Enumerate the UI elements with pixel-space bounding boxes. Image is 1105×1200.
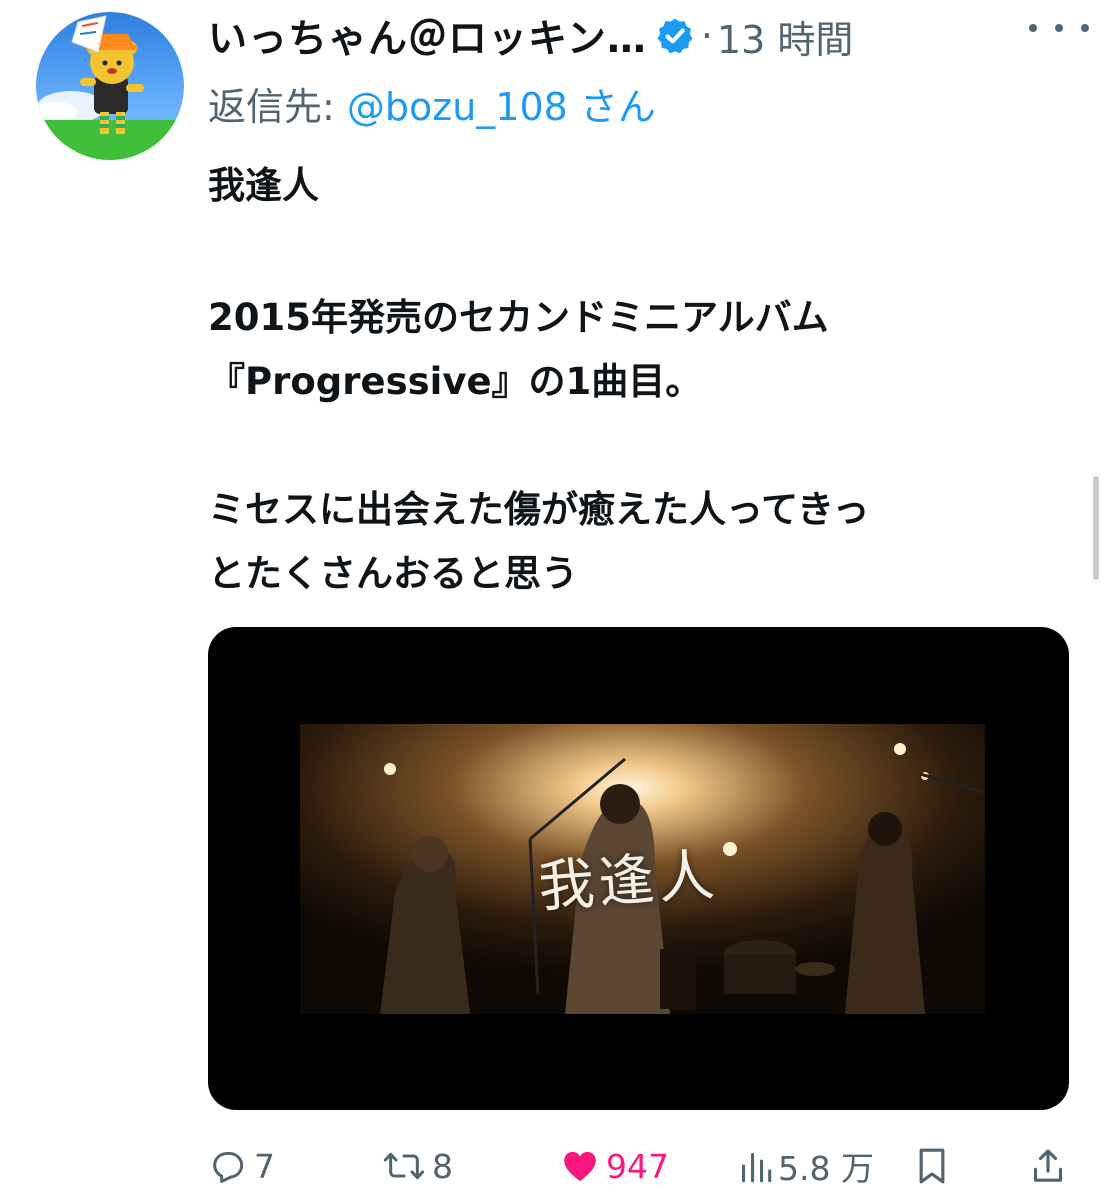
avatar[interactable] <box>36 12 184 160</box>
scrollbar[interactable] <box>1093 476 1099 580</box>
tweet-header: いっちゃん＠ロッキン… · 13 時間 <box>208 8 1085 64</box>
video-frame: 我逢人 <box>300 724 985 1014</box>
verified-badge-icon <box>657 18 693 54</box>
bookmark-button[interactable] <box>914 1138 950 1194</box>
tweet-card[interactable]: いっちゃん＠ロッキン… · 13 時間 返信先: @bozu_108 さん 我逢… <box>0 0 1105 1200</box>
tweet-text-line: ミセスに出会えた傷が癒えた人ってきっ <box>208 488 870 531</box>
display-name[interactable]: いっちゃん＠ロッキン… <box>208 8 647 64</box>
share-icon <box>1033 1149 1063 1182</box>
reply-suffix[interactable]: さん <box>568 85 656 129</box>
retweet-icon <box>383 1152 425 1180</box>
tweet-text-line: 『Progressive』の1曲目。 <box>208 360 703 403</box>
tweet-text-line: とたくさんおると思う <box>208 552 578 595</box>
reply-count: 7 <box>254 1146 275 1186</box>
tweet-text-line: 2015年発売のセカンドミニアルバム <box>208 296 829 339</box>
like-button[interactable]: 947 <box>560 1138 669 1194</box>
media-video[interactable]: 我逢人 <box>208 627 1069 1110</box>
retweet-button[interactable]: 8 <box>382 1138 453 1194</box>
views-chart-icon <box>741 1152 772 1183</box>
retweet-count: 8 <box>432 1146 453 1186</box>
heart-icon <box>564 1151 596 1181</box>
more-dots-icon[interactable] <box>1029 10 1089 46</box>
views-count: 5.8 万 <box>778 1149 874 1188</box>
reply-button[interactable]: 7 <box>208 1138 275 1194</box>
like-count: 947 <box>606 1146 669 1186</box>
bear-avatar-icon <box>36 12 184 160</box>
reply-prefix: 返信先: <box>208 85 347 129</box>
views-button[interactable]: 5.8 万 <box>738 1138 874 1194</box>
tweet-text-line: 我逢人 <box>208 164 319 207</box>
reply-handle-link[interactable]: @bozu_108 <box>347 85 568 129</box>
share-button[interactable] <box>1030 1138 1066 1194</box>
tweet-actions: 7 8 947 5.8 万 <box>208 1138 1070 1194</box>
timestamp[interactable]: 13 時間 <box>717 9 853 64</box>
video-title-overlay: 我逢人 <box>536 842 721 921</box>
separator-dot: · <box>700 14 713 58</box>
reply-bubble-icon <box>213 1152 244 1183</box>
bookmark-icon <box>919 1148 945 1184</box>
reply-to-line: 返信先: @bozu_108 さん <box>208 76 656 131</box>
